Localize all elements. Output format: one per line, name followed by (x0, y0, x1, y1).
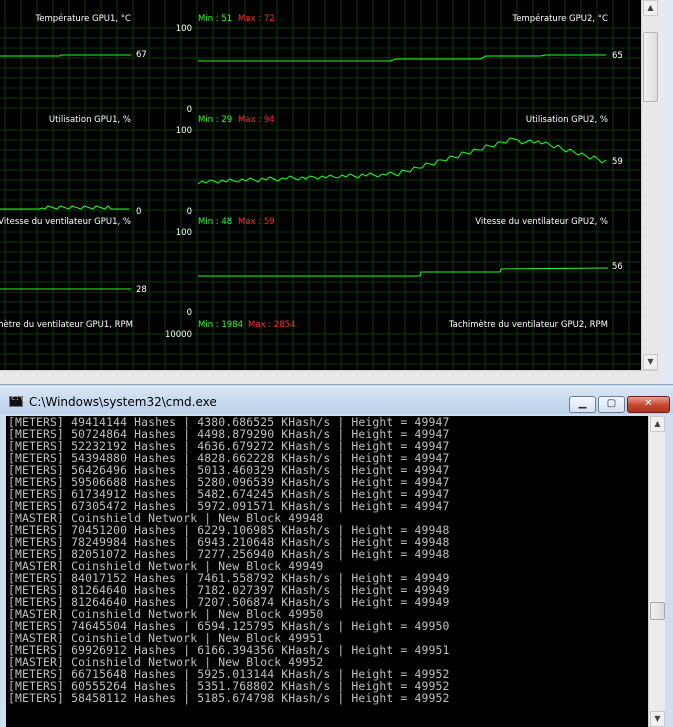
gpu2-usage-line (197, 137, 607, 185)
gpu2-temp-value: 65 (612, 51, 623, 61)
scroll-down-arrow-icon[interactable]: ▼ (643, 354, 658, 370)
minimize-button[interactable]: ▁ (569, 396, 596, 413)
console-icon[interactable]: c:\ (9, 394, 24, 407)
gpu2-fan-value: 56 (612, 262, 623, 272)
cmd-title-bar[interactable]: c:\ C:\Windows\system32\cmd.exe ▁ ▢ ✕ (0, 386, 673, 414)
console-line: [METERS] 58458112 Hashes | 5185.674798 K… (8, 691, 450, 705)
maximize-button[interactable]: ▢ (598, 396, 625, 413)
monitor-vertical-scrollbar[interactable]: ▲ ▼ (641, 0, 659, 370)
gpu1-temp-line (0, 54, 131, 57)
gpu1-usage-line (0, 205, 129, 210)
gpu2-rpm-scale-top: 10000 (165, 330, 192, 340)
window-edge (665, 416, 673, 727)
gpu2-temp-scale-top: 100 (176, 24, 192, 34)
window-edge (658, 0, 673, 384)
gpu1-temp-value: 67 (136, 50, 147, 60)
hardware-monitor-window: Température GPU1, °C 67 Min : 51 Max : 7… (0, 0, 673, 385)
gpu2-rpm-title: Tachimètre du ventilateur GPU2, RPM (448, 319, 608, 330)
close-button[interactable]: ✕ (627, 396, 670, 413)
gpu2-usage-scale-bottom: 0 (187, 207, 192, 217)
gpu2-fan-scale-top: 100 (176, 228, 192, 238)
gpu2-temp-title: Température GPU2, °C (512, 13, 609, 24)
gpu2-temp-scale-bottom: 0 (187, 105, 192, 115)
scroll-up-arrow-icon[interactable]: ▲ (650, 416, 665, 432)
gpu2-usage-title: Utilisation GPU2, % (526, 115, 608, 125)
gpu1-usage-title: Utilisation GPU1, % (49, 115, 131, 125)
gpu2-fan-title: Vitesse du ventilateur GPU2, % (475, 217, 608, 227)
cmd-window-title: C:\Windows\system32\cmd.exe (29, 395, 217, 409)
monitor-horizontal-scrollbar[interactable] (0, 370, 658, 385)
gpu2-fan-scale-bottom: 0 (187, 308, 192, 318)
monitor-graphs: Température GPU1, °C 67 Min : 51 Max : 7… (0, 0, 641, 370)
console-output[interactable]: [METERS] 49414144 Hashes | 4380.686525 K… (6, 416, 648, 727)
gpu2-fan-max: Max : 59 (238, 217, 275, 227)
gpu1-fan-title: Vitesse du ventilateur GPU1, % (0, 217, 131, 227)
gpu2-usage-min: Min : 29 (198, 115, 232, 125)
gpu2-rpm-max: Max : 2854 (248, 320, 295, 330)
scroll-down-arrow-icon[interactable]: ▼ (650, 711, 665, 727)
gpu2-usage-max: Max : 94 (238, 115, 275, 125)
scroll-up-arrow-icon[interactable]: ▲ (643, 0, 658, 16)
console-lines: [METERS] 49414144 Hashes | 4380.686525 K… (8, 416, 450, 704)
gpu2-temp-max: Max : 72 (238, 14, 275, 24)
monitor-scroll-thumb[interactable] (643, 32, 658, 102)
gpu2-rpm-min: Min : 1984 (198, 320, 243, 330)
gpu2-temp-min: Min : 51 (198, 14, 232, 24)
cmd-scroll-thumb[interactable] (650, 602, 665, 620)
gpu1-rpm-title: hètre du ventilateur GPU1, RPM (0, 319, 133, 330)
cmd-vertical-scrollbar[interactable]: ▲ ▼ (648, 416, 666, 727)
gpu1-fan-value: 28 (136, 285, 147, 295)
cmd-window: c:\ C:\Windows\system32\cmd.exe ▁ ▢ ✕ [M… (0, 384, 673, 727)
gpu1-usage-value: 0 (136, 207, 141, 217)
gpu2-usage-value: 59 (612, 157, 623, 167)
gpu1-temp-title: Température GPU1, °C (35, 13, 132, 24)
gpu2-fan-min: Min : 48 (198, 217, 232, 227)
gpu2-usage-scale-top: 100 (176, 126, 192, 136)
graph-panel: Température GPU1, °C 67 Min : 51 Max : 7… (0, 0, 641, 370)
